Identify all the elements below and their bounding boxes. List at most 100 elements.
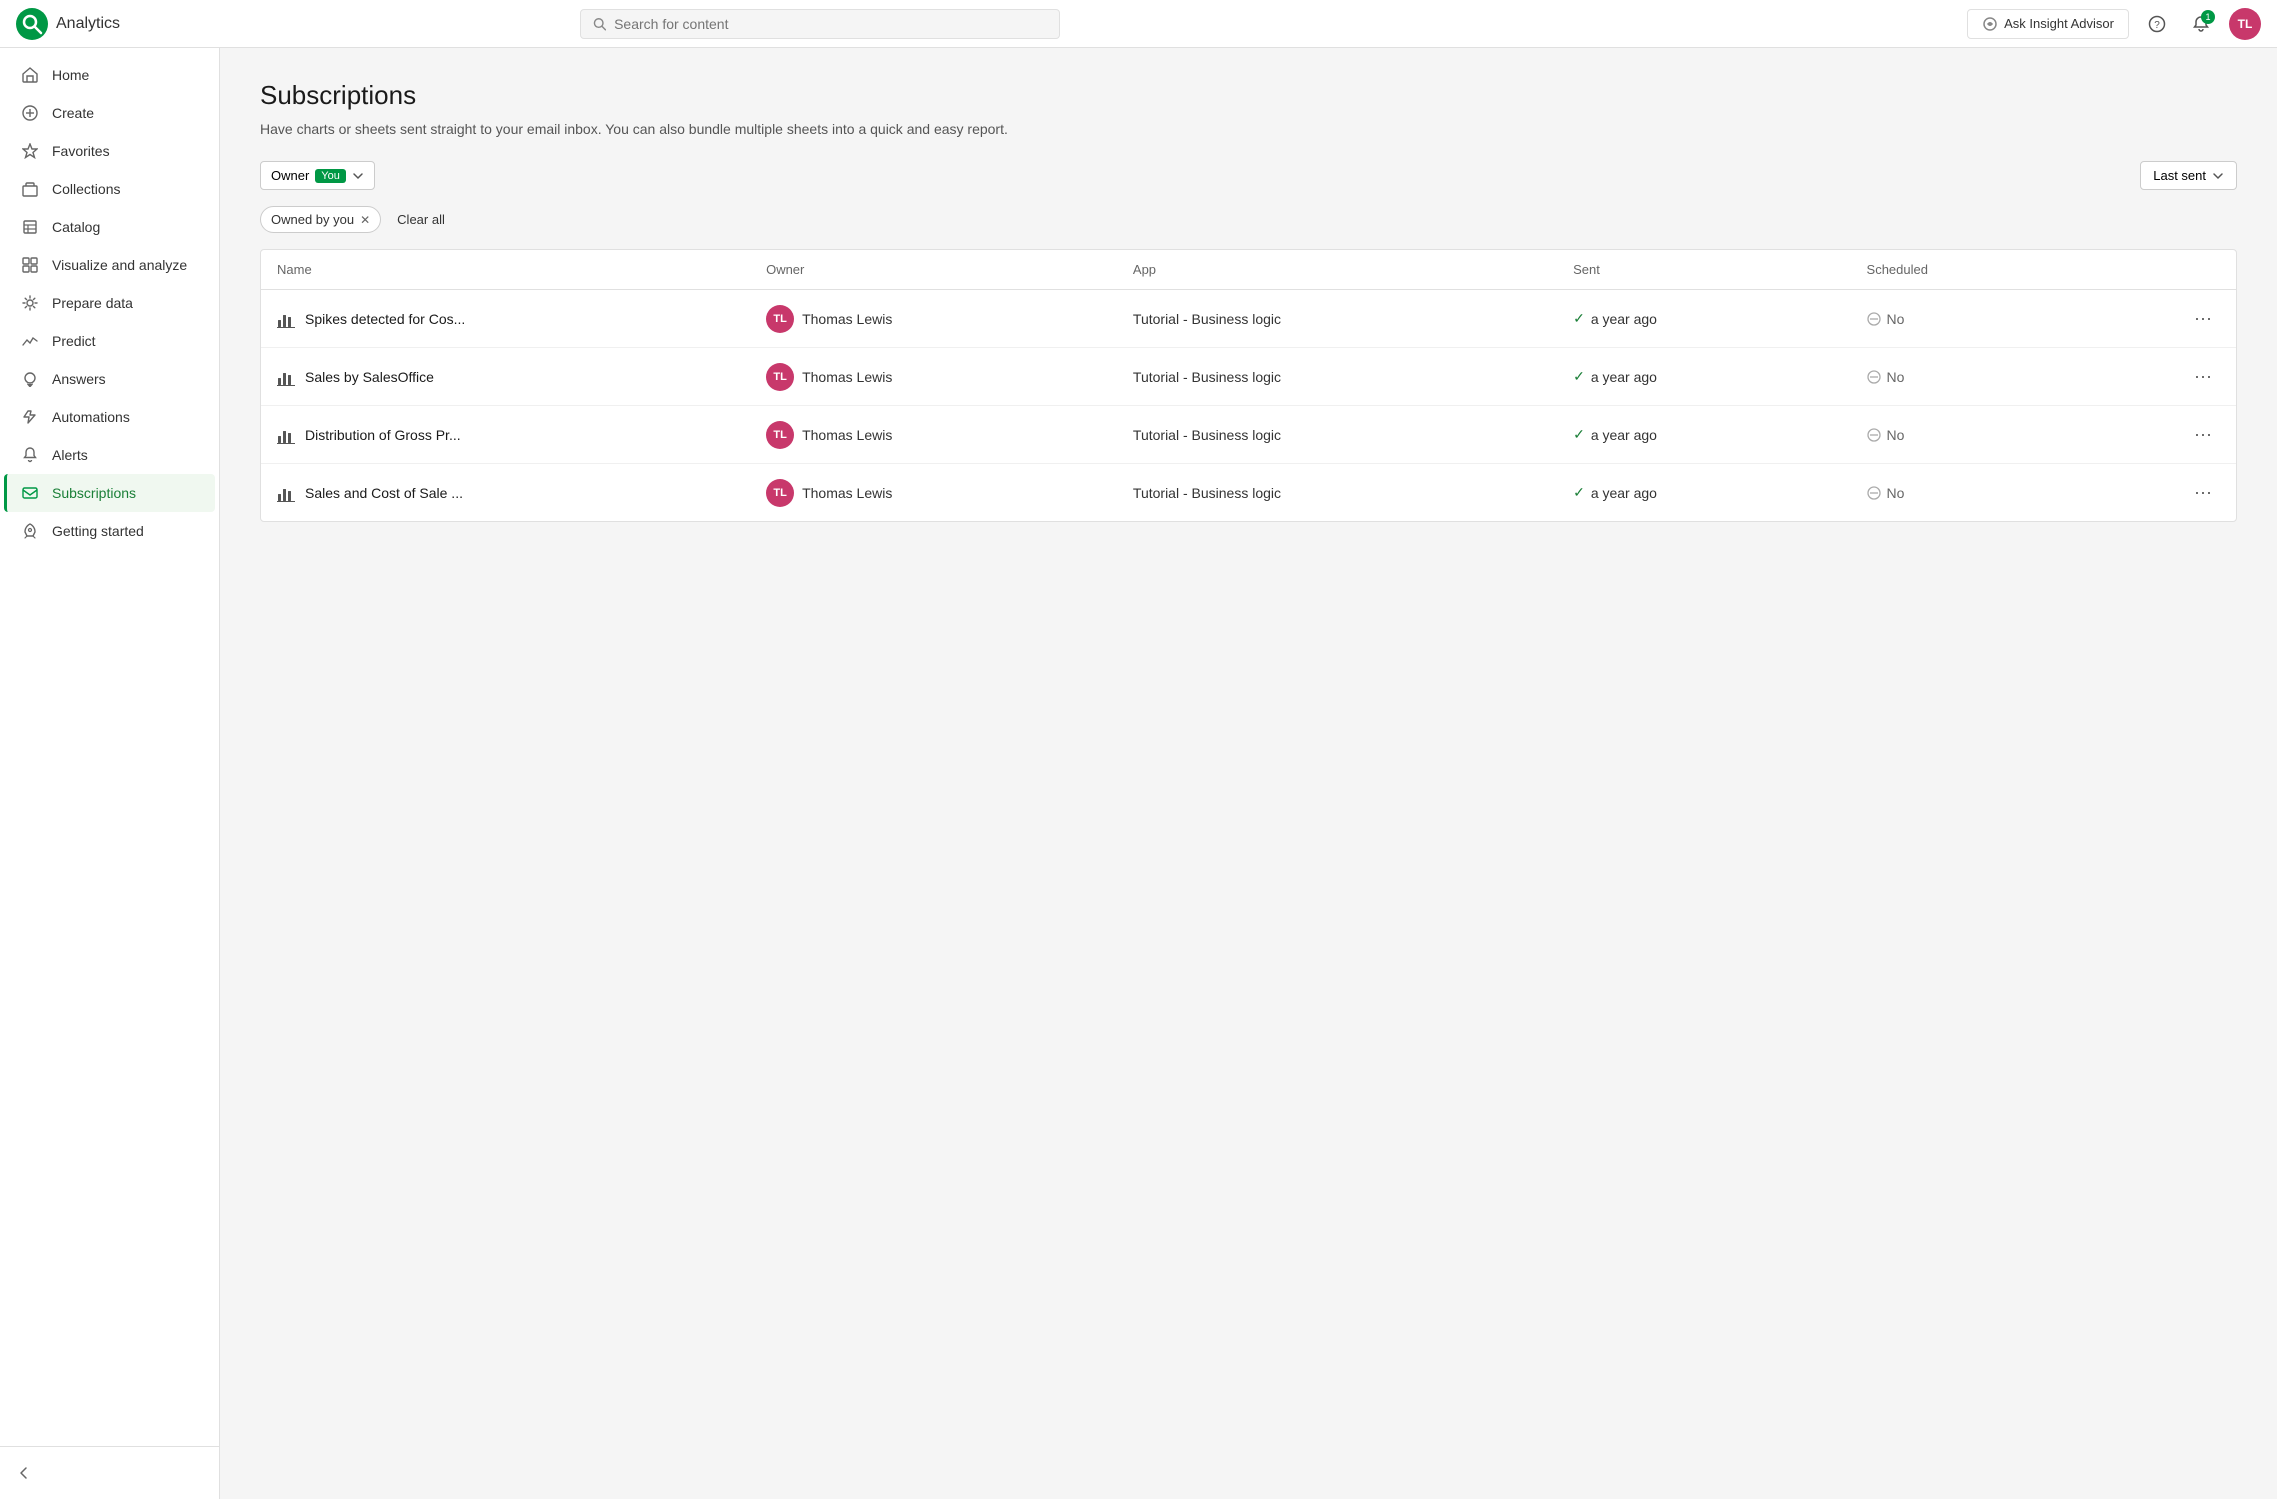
app-name: Analytics: [56, 15, 120, 33]
sidebar-bottom: [0, 1446, 219, 1491]
sidebar-item-visualize[interactable]: Visualize and analyze: [4, 246, 215, 284]
table-row[interactable]: Spikes detected for Cos... TL Thomas Lew…: [261, 290, 2236, 348]
row-2-owner-cell: TL Thomas Lewis: [766, 421, 1133, 449]
sidebar-item-answers[interactable]: Answers: [4, 360, 215, 398]
sidebar-item-prepare-label: Prepare data: [52, 295, 133, 311]
sidebar-item-predict[interactable]: Predict: [4, 322, 215, 360]
row-3-sent: a year ago: [1591, 485, 1657, 501]
sidebar-item-automations[interactable]: Automations: [4, 398, 215, 436]
search-bar[interactable]: [580, 9, 1060, 39]
row-0-scheduled: No: [1887, 311, 1905, 327]
sent-check-icon: ✓: [1573, 426, 1585, 443]
row-0-scheduled-cell: No: [1867, 311, 2160, 327]
row-3-scheduled: No: [1887, 485, 1905, 501]
sidebar-item-subscriptions[interactable]: Subscriptions: [4, 474, 215, 512]
row-0-app: Tutorial - Business logic: [1133, 311, 1573, 327]
active-filters: Owned by you ✕ Clear all: [260, 206, 2237, 233]
sidebar-item-catalog[interactable]: Catalog: [4, 208, 215, 246]
sidebar-item-automations-label: Automations: [52, 409, 130, 425]
col-scheduled: Scheduled: [1867, 262, 2160, 277]
subscriptions-table: Name Owner App Sent Scheduled Spikes det…: [260, 249, 2237, 522]
row-3-name: Sales and Cost of Sale ...: [305, 485, 463, 501]
create-icon: [20, 104, 40, 122]
svg-text:?: ?: [2154, 20, 2160, 31]
collapse-icon: [16, 1465, 32, 1481]
filter-left: Owner You: [260, 161, 375, 190]
filter-chip-label: Owned by you: [271, 212, 354, 227]
col-app: App: [1133, 262, 1573, 277]
sent-check-icon: ✓: [1573, 310, 1585, 327]
row-1-more-button[interactable]: ···: [2186, 362, 2220, 391]
notification-badge: 1: [2201, 10, 2215, 24]
no-schedule-icon: [1867, 428, 1881, 442]
qlik-logo-icon: [16, 8, 48, 40]
help-icon: ?: [2148, 15, 2166, 33]
help-button[interactable]: ?: [2141, 8, 2173, 40]
sidebar-item-predict-label: Predict: [52, 333, 96, 349]
sidebar-item-prepare[interactable]: Prepare data: [4, 284, 215, 322]
row-3-more-button[interactable]: ···: [2186, 478, 2220, 507]
answers-icon: [20, 370, 40, 388]
filter-chip-close-icon[interactable]: ✕: [360, 213, 370, 227]
chart-bar-icon: [277, 368, 295, 386]
row-0-owner-name: Thomas Lewis: [802, 311, 892, 327]
no-schedule-icon: [1867, 486, 1881, 500]
sidebar: Home Create Favorites Collections Catalo…: [0, 48, 220, 1499]
sidebar-item-alerts[interactable]: Alerts: [4, 436, 215, 474]
table-row[interactable]: Sales and Cost of Sale ... TL Thomas Lew…: [261, 464, 2236, 521]
sidebar-item-home[interactable]: Home: [4, 56, 215, 94]
main-content: Subscriptions Have charts or sheets sent…: [220, 48, 2277, 1499]
row-0-more-button[interactable]: ···: [2186, 304, 2220, 333]
sidebar-collapse-button[interactable]: [0, 1455, 219, 1491]
owner-filter-button[interactable]: Owner You: [260, 161, 375, 190]
sidebar-item-alerts-label: Alerts: [52, 447, 88, 463]
chevron-down-icon: [352, 170, 364, 182]
row-name-cell: Spikes detected for Cos...: [277, 310, 766, 328]
sidebar-item-getting-started[interactable]: Getting started: [4, 512, 215, 550]
row-2-more-button[interactable]: ···: [2186, 420, 2220, 449]
col-actions: [2160, 262, 2220, 277]
rocket-icon: [20, 522, 40, 540]
sidebar-item-create[interactable]: Create: [4, 94, 215, 132]
subscriptions-icon: [20, 484, 40, 502]
user-avatar[interactable]: TL: [2229, 8, 2261, 40]
owned-by-you-chip[interactable]: Owned by you ✕: [260, 206, 381, 233]
row-1-scheduled-cell: No: [1867, 369, 2160, 385]
insight-advisor-button[interactable]: Ask Insight Advisor: [1967, 9, 2129, 39]
row-2-actions: ···: [2160, 420, 2220, 449]
topbar: Analytics Ask Insight Advisor ?: [0, 0, 2277, 48]
table-row[interactable]: Sales by SalesOffice TL Thomas Lewis Tut…: [261, 348, 2236, 406]
row-3-actions: ···: [2160, 478, 2220, 507]
row-0-name: Spikes detected for Cos...: [305, 311, 465, 327]
notifications-button[interactable]: 1: [2185, 8, 2217, 40]
row-2-sent-cell: ✓ a year ago: [1573, 426, 1866, 443]
row-1-app: Tutorial - Business logic: [1133, 369, 1573, 385]
col-name: Name: [277, 262, 766, 277]
sidebar-item-favorites[interactable]: Favorites: [4, 132, 215, 170]
sidebar-item-answers-label: Answers: [52, 371, 106, 387]
chart-bar-icon: [277, 310, 295, 328]
last-sent-button[interactable]: Last sent: [2140, 161, 2237, 190]
catalog-icon: [20, 218, 40, 236]
table-row[interactable]: Distribution of Gross Pr... TL Thomas Le…: [261, 406, 2236, 464]
search-icon: [593, 17, 606, 31]
search-input[interactable]: [614, 16, 1047, 32]
sidebar-item-getting-started-label: Getting started: [52, 523, 144, 539]
row-2-scheduled: No: [1887, 427, 1905, 443]
row-name-cell: Distribution of Gross Pr...: [277, 426, 766, 444]
row-1-scheduled: No: [1887, 369, 1905, 385]
last-sent-label: Last sent: [2153, 168, 2206, 183]
row-1-owner-cell: TL Thomas Lewis: [766, 363, 1133, 391]
topbar-right: Ask Insight Advisor ? 1 TL: [1967, 8, 2261, 40]
logo[interactable]: Analytics: [16, 8, 120, 40]
insight-advisor-label: Ask Insight Advisor: [2004, 16, 2114, 31]
owner-badge: You: [315, 169, 346, 183]
sidebar-item-catalog-label: Catalog: [52, 219, 100, 235]
row-1-owner-avatar: TL: [766, 363, 794, 391]
chart-bar-icon: [277, 426, 295, 444]
row-0-sent-cell: ✓ a year ago: [1573, 310, 1866, 327]
row-2-app: Tutorial - Business logic: [1133, 427, 1573, 443]
row-2-owner-avatar: TL: [766, 421, 794, 449]
sidebar-item-collections[interactable]: Collections: [4, 170, 215, 208]
clear-all-button[interactable]: Clear all: [389, 207, 453, 232]
